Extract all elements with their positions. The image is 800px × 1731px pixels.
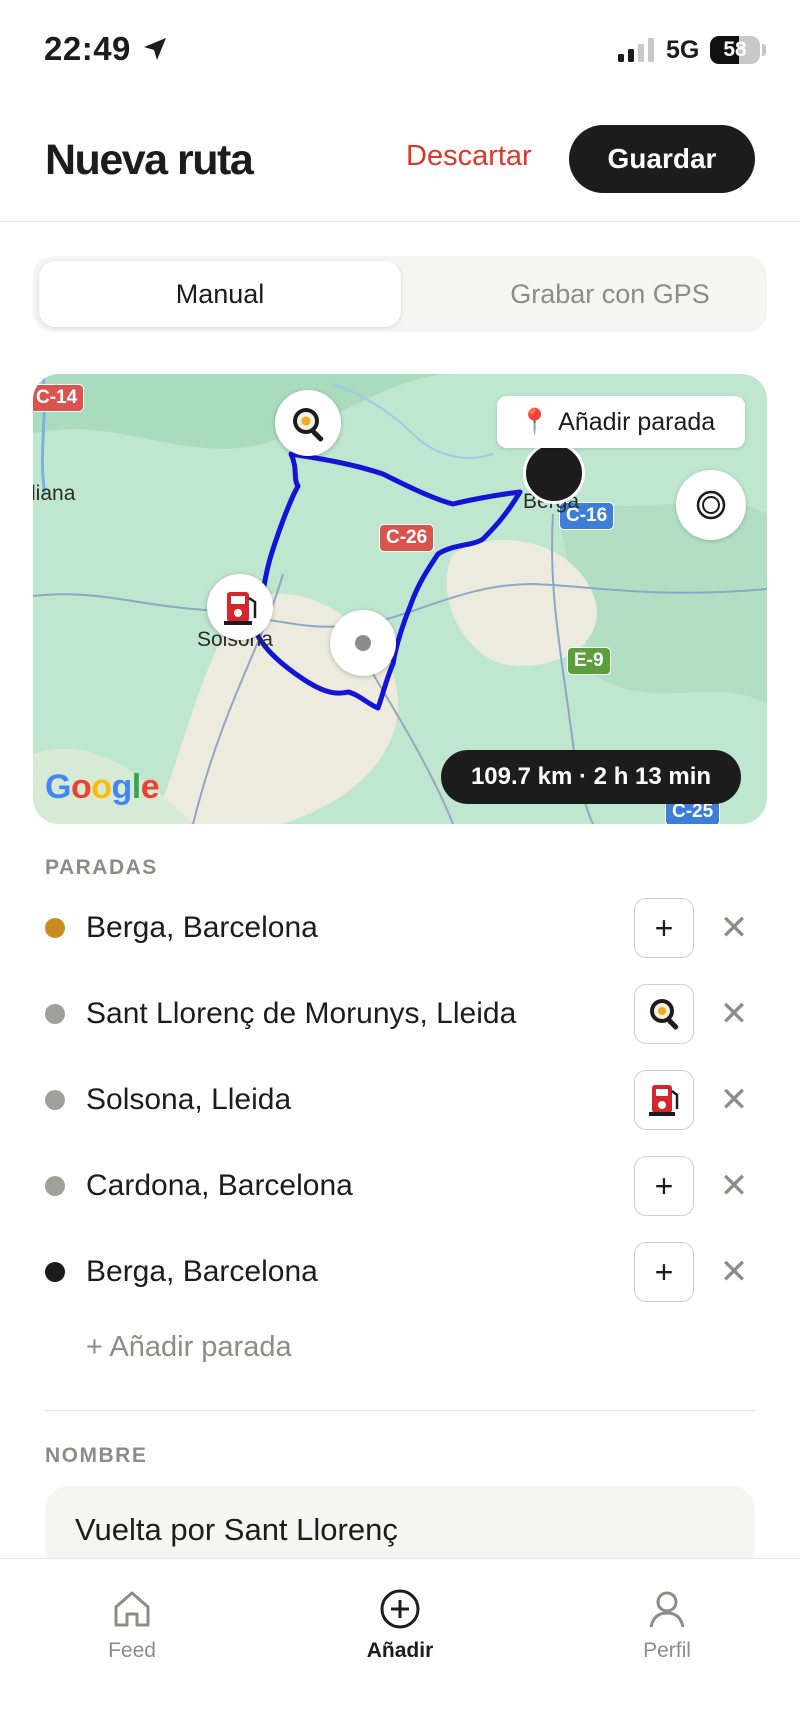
page-header: Nueva ruta Descartar Guardar <box>0 110 800 222</box>
tab-profile[interactable]: Perfil <box>587 1587 747 1663</box>
map-pin-icon: 📍 <box>519 408 551 436</box>
stop-dot <box>45 1262 65 1282</box>
stop-name: Berga, Barcelona <box>86 1255 318 1288</box>
stop-add-category-button[interactable]: + <box>634 898 694 958</box>
stop-add-category-button[interactable]: + <box>634 1156 694 1216</box>
food-icon <box>293 408 324 442</box>
map-add-stop-button[interactable]: 📍 Añadir parada <box>497 396 745 448</box>
road-label-c14: C-14 <box>33 384 85 412</box>
stop-remove-button[interactable]: ✕ <box>712 1159 756 1213</box>
status-bar: 22:49 5G 58 <box>0 0 800 100</box>
target-icon <box>696 490 726 520</box>
stop-name: Berga, Barcelona <box>86 911 318 944</box>
map-add-stop-label: Añadir parada <box>558 408 716 436</box>
section-divider <box>45 1410 755 1411</box>
stop-row: Cardona, Barcelona + ✕ <box>0 1143 800 1229</box>
stop-remove-button[interactable]: ✕ <box>712 1073 756 1127</box>
map-stop-food[interactable] <box>275 390 341 456</box>
tab-gps[interactable]: Grabar con GPS <box>429 261 791 327</box>
map-stop-berga[interactable] <box>523 442 585 504</box>
add-circle-icon <box>380 1589 420 1629</box>
page-title: Nueva ruta <box>45 136 254 184</box>
discard-button[interactable]: Descartar <box>406 140 532 173</box>
stop-remove-button[interactable]: ✕ <box>712 901 756 955</box>
stop-category-button[interactable] <box>634 984 694 1044</box>
add-stop-link[interactable]: + Añadir parada <box>86 1331 292 1364</box>
home-icon <box>114 1591 150 1627</box>
location-arrow-icon <box>144 38 166 60</box>
town-label-left: liana <box>33 482 76 505</box>
stop-remove-button[interactable]: ✕ <box>712 987 756 1041</box>
user-icon <box>649 1591 685 1628</box>
battery-tip <box>762 44 766 56</box>
stop-remove-button[interactable]: ✕ <box>712 1245 756 1299</box>
tab-add-label: Añadir <box>366 1639 434 1662</box>
tab-feed-label: Feed <box>108 1639 156 1662</box>
stop-dot <box>45 918 65 938</box>
route-map[interactable]: C-14 C-26 C-16 E-9 C-25 liana Solsona Be… <box>33 374 767 824</box>
tab-profile-label: Perfil <box>643 1639 691 1662</box>
stop-dot <box>45 1090 65 1110</box>
name-section-label: NOMBRE <box>45 1444 148 1467</box>
stop-name: Sant Llorenç de Morunys, Lleida <box>86 997 517 1030</box>
locate-button[interactable] <box>676 470 746 540</box>
network-type: 5G <box>666 36 700 64</box>
road-label-c26: C-26 <box>379 524 435 552</box>
stop-dot-icon <box>355 635 371 651</box>
stops-section-label: PARADAS <box>45 856 158 879</box>
map-stop-fuel[interactable] <box>207 574 273 640</box>
stop-row: Berga, Barcelona + ✕ <box>0 885 800 971</box>
status-time: 22:49 <box>44 30 131 67</box>
battery-icon: 58 <box>710 36 760 64</box>
map-stop-cardona[interactable] <box>330 610 396 676</box>
food-icon <box>650 999 679 1030</box>
fuel-icon <box>649 1085 679 1116</box>
stop-category-button[interactable] <box>634 1070 694 1130</box>
signal-icon <box>618 38 654 62</box>
fuel-icon <box>224 592 257 625</box>
tab-manual[interactable]: Manual <box>39 261 401 327</box>
google-logo: Google <box>45 768 160 806</box>
battery-level: 58 <box>723 38 747 61</box>
stop-row: Sant Llorenç de Morunys, Lleida ✕ <box>0 971 800 1057</box>
tab-feed[interactable]: Feed <box>52 1587 212 1663</box>
stop-add-category-button[interactable]: + <box>634 1242 694 1302</box>
route-distance-badge: 109.7 km · 2 h 13 min <box>441 750 741 804</box>
tab-add[interactable]: Añadir <box>320 1587 480 1663</box>
stop-name: Cardona, Barcelona <box>86 1169 353 1202</box>
mode-segmented-control: Manual Grabar con GPS <box>33 256 767 332</box>
save-button[interactable]: Guardar <box>569 125 755 193</box>
stop-row: Berga, Barcelona + ✕ <box>0 1229 800 1315</box>
stop-name: Solsona, Lleida <box>86 1083 292 1116</box>
stop-dot <box>45 1004 65 1024</box>
stop-row: Solsona, Lleida ✕ <box>0 1057 800 1143</box>
bottom-tab-bar: Feed Añadir Perfil <box>0 1558 800 1731</box>
road-label-e9: E-9 <box>567 647 611 675</box>
stop-dot <box>45 1176 65 1196</box>
